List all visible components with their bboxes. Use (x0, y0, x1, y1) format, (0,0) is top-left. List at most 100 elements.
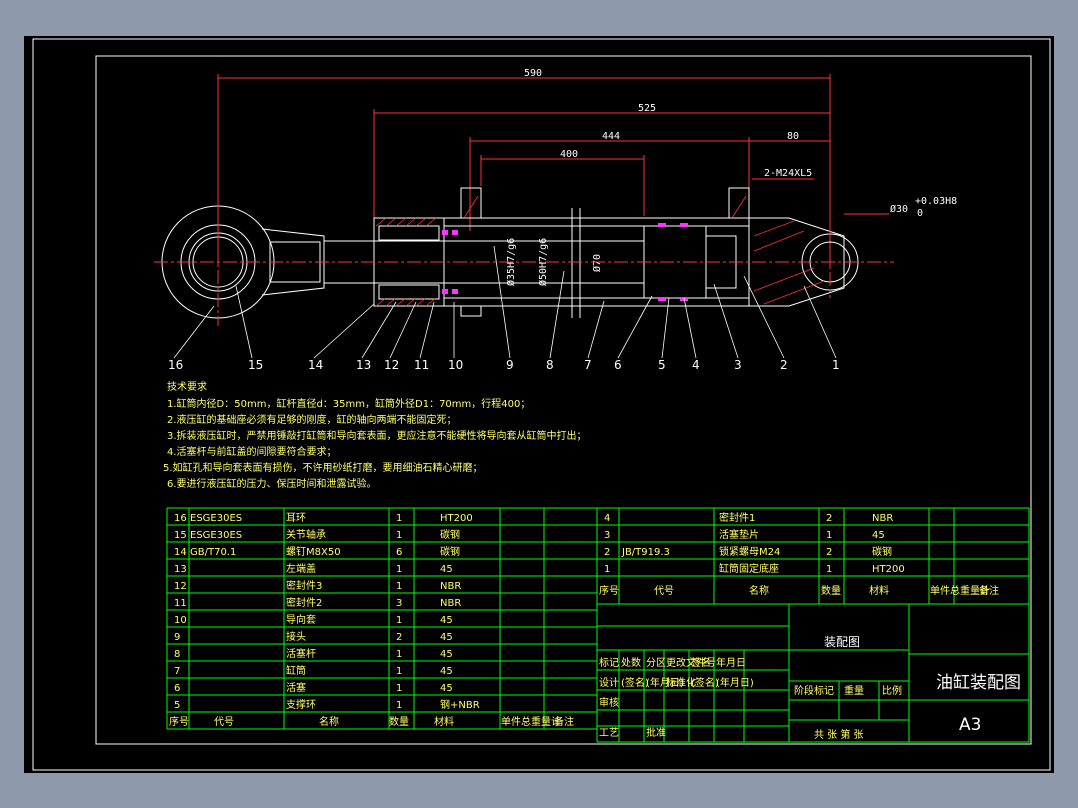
bomr-h-mat: 材料 (869, 584, 889, 597)
bom-no-8: 8 (174, 649, 180, 660)
bom-code-14: GB/T70.1 (190, 547, 236, 558)
bomr-name-4: 密封件1 (719, 511, 755, 524)
dim-444: 444 (602, 131, 620, 142)
bom-name-10: 导向套 (286, 613, 316, 626)
bom-no-13: 13 (174, 564, 187, 575)
bomr-qty-1: 1 (826, 564, 832, 575)
bom-qty-15: 1 (396, 530, 402, 541)
bom-mat-6: 45 (440, 683, 453, 694)
tb-cell-3-2: 批准 (646, 726, 666, 739)
bom-no-6: 6 (174, 683, 180, 694)
bom-no-9: 9 (174, 632, 180, 643)
revision-table: 标记 处数 分区 更改文件号签名 年月日设计 (签名)(年月日)标准化(签名)(年月日)审… (599, 656, 754, 739)
tb-cell-1-0: 设计 (599, 676, 619, 689)
stage-mark: 阶段标记 (794, 684, 834, 697)
bomr-qty-3: 1 (826, 530, 832, 541)
bomr-no-1: 1 (604, 564, 610, 575)
bom-mat-9: 45 (440, 632, 453, 643)
bom-h-code: 代号 (214, 716, 234, 728)
tb-cell-0-5: 年月日 (716, 656, 746, 669)
bom-name-7: 缸筒 (286, 664, 306, 677)
bomr-h-name: 名称 (749, 584, 769, 597)
balloon-4: 4 (692, 358, 700, 372)
drawing-type: 装配图 (824, 635, 860, 649)
bom-name-8: 活塞杆 (286, 647, 316, 660)
bom-no-10: 10 (174, 615, 187, 626)
bom-qty-11: 3 (396, 598, 402, 609)
bom-no-7: 7 (174, 666, 180, 677)
bom-mat-16: HT200 (440, 513, 473, 524)
bom-mat-10: 45 (440, 615, 453, 626)
sheet-size: A3 (959, 715, 981, 735)
bom-no-5: 5 (174, 700, 180, 711)
scale-label: 比例 (882, 684, 902, 697)
bomr-mat-2: 碳钢 (872, 545, 892, 558)
bom-h-mat: 材料 (434, 715, 454, 728)
leader-lines (173, 245, 837, 359)
balloon-9: 9 (506, 358, 514, 372)
bomr-h-no: 序号 (599, 584, 619, 597)
title-block: 装配图 油缸装配图 A3 阶段标记 重量 比例 共 张 第 张 (794, 635, 1021, 741)
bom-qty-14: 6 (396, 547, 402, 558)
dim-525: 525 (638, 103, 656, 114)
bom-name-9: 接头 (286, 630, 306, 643)
tech-line-4: 4.活塞杆与前缸盖的间隙要符合要求； (167, 445, 337, 458)
bom-qty-12: 1 (396, 581, 402, 592)
balloon-7: 7 (584, 358, 592, 372)
bomr-mat-1: HT200 (872, 564, 905, 575)
balloon-12: 12 (384, 358, 399, 372)
bom-qty-13: 1 (396, 564, 402, 575)
dim-80: 80 (787, 131, 799, 142)
bom-h-note: 备注 (554, 715, 574, 728)
tech-line-2: 2.液压缸的基础座必须有足够的刚度，缸的轴向两端不能固定死； (167, 413, 457, 426)
bom-name-13: 左端盖 (286, 562, 316, 575)
bomr-mat-3: 45 (872, 530, 885, 541)
bom-no-15: 15 (174, 530, 187, 541)
bomr-name-1: 缸筒固定底座 (719, 562, 779, 575)
bom-qty-7: 1 (396, 666, 402, 677)
dim-tol-hi: +0.03H8 (915, 196, 957, 207)
bomr-no-3: 3 (604, 530, 610, 541)
tb-cell-2-0: 审核 (599, 696, 619, 709)
bom-qty-9: 2 (396, 632, 402, 643)
tech-requirements: 技术要求 1.缸筒内径D：50mm，缸杆直径d：35mm，缸筒外径D1：70mm… (163, 380, 587, 490)
balloon-6: 6 (614, 358, 622, 372)
balloon-13: 13 (356, 358, 371, 372)
bomr-no-2: 2 (604, 547, 610, 558)
dim-590: 590 (524, 68, 542, 79)
bomr-code-2: JB/T919.3 (621, 547, 670, 558)
bomr-qty-4: 2 (826, 513, 832, 524)
tech-line-6: 6.要进行液压缸的压力、保压时间和泄露试验。 (167, 477, 377, 490)
dim-tol-lo: 0 (917, 208, 923, 219)
balloon-5: 5 (658, 358, 666, 372)
bom-qty-10: 1 (396, 615, 402, 626)
bom-qty-8: 1 (396, 649, 402, 660)
bom-no-11: 11 (174, 598, 187, 609)
cad-drawing: 590 525 444 400 80 2-M24XL5 Ø30 +0.03H8 … (32, 38, 1051, 771)
bomr-name-2: 锁紧螺母M24 (719, 545, 780, 558)
bom-code-16: ESGE30ES (190, 513, 242, 524)
tech-line-5: 5.如缸孔和导向套表面有损伤，不许用砂纸打磨，要用细油石精心研磨； (163, 461, 483, 474)
bom-mat-8: 45 (440, 649, 453, 660)
bomr-name-3: 活塞垫片 (719, 528, 759, 541)
balloon-10: 10 (448, 358, 463, 372)
bom-mat-7: 45 (440, 666, 453, 677)
tb-cell-3-0: 工艺 (599, 727, 619, 739)
bom-name-12: 密封件3 (286, 579, 322, 592)
bom-name-6: 活塞 (286, 681, 306, 694)
balloon-numbers: 16 15 14 13 12 11 10 9 8 7 6 5 4 3 2 1 (168, 358, 840, 372)
tech-title: 技术要求 (167, 380, 207, 393)
bom-mat-15: 碳钢 (440, 528, 460, 541)
bom-mat-5: 钢+NBR (440, 698, 480, 711)
bom-h-name: 名称 (319, 715, 339, 728)
bom-mat-13: 45 (440, 564, 453, 575)
tb-cell-0-0: 标记 (599, 657, 619, 669)
bom-qty-16: 1 (396, 513, 402, 524)
balloon-3: 3 (734, 358, 742, 372)
balloon-2: 2 (780, 358, 788, 372)
bom-mat-12: NBR (440, 581, 461, 592)
tb-cell-1-4: (签名) (691, 676, 719, 689)
bom-no-16: 16 (174, 513, 187, 524)
tb-cell-1-5: (年月日) (716, 676, 754, 689)
tb-cell-0-1: 处数 (621, 656, 641, 669)
